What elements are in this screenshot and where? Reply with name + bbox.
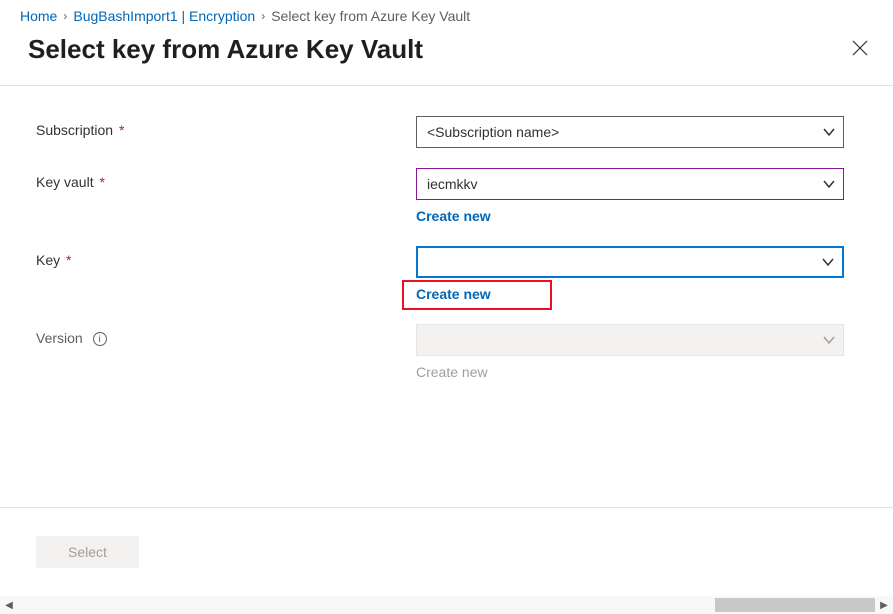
subscription-dropdown[interactable]: <Subscription name> (416, 116, 844, 148)
key-label: Key * (36, 246, 416, 268)
breadcrumb: Home › BugBashImport1 | Encryption › Sel… (0, 0, 893, 30)
form-area: Subscription * <Subscription name> Key v… (0, 86, 893, 422)
key-row: Key * Create new (36, 246, 865, 304)
scroll-left-arrow[interactable]: ◀ (0, 596, 18, 614)
scroll-right-arrow[interactable]: ▶ (875, 596, 893, 614)
breadcrumb-item[interactable]: BugBashImport1 | Encryption (73, 8, 255, 24)
scroll-thumb[interactable] (715, 598, 875, 612)
chevron-right-icon: › (63, 9, 67, 23)
version-label-text: Version (36, 330, 83, 346)
required-marker: * (66, 252, 71, 268)
horizontal-scrollbar[interactable]: ◀ ▶ (0, 596, 893, 614)
chevron-right-icon: › (261, 9, 265, 23)
subscription-row: Subscription * <Subscription name> (36, 116, 865, 148)
page-title: Select key from Azure Key Vault (28, 34, 423, 65)
version-row: Version i Create new (36, 324, 865, 382)
select-button[interactable]: Select (36, 536, 139, 568)
key-create-link[interactable]: Create new (416, 286, 491, 302)
chevron-down-icon (823, 334, 835, 346)
scroll-track[interactable] (18, 596, 875, 614)
breadcrumb-current: Select key from Azure Key Vault (271, 8, 470, 24)
info-icon[interactable]: i (93, 332, 107, 346)
keyvault-label-text: Key vault (36, 174, 94, 190)
subscription-label: Subscription * (36, 116, 416, 138)
subscription-value: <Subscription name> (427, 124, 559, 140)
chevron-down-icon (823, 178, 835, 190)
footer: Select (0, 507, 893, 596)
key-label-text: Key (36, 252, 60, 268)
version-dropdown (416, 324, 844, 356)
breadcrumb-home[interactable]: Home (20, 8, 57, 24)
keyvault-label: Key vault * (36, 168, 416, 190)
chevron-down-icon (823, 126, 835, 138)
subscription-label-text: Subscription (36, 122, 113, 138)
keyvault-create-link[interactable]: Create new (416, 208, 491, 224)
close-icon (851, 39, 869, 57)
required-marker: * (119, 122, 124, 138)
close-button[interactable] (847, 35, 873, 65)
version-create-link: Create new (416, 364, 488, 380)
keyvault-dropdown[interactable]: iecmkkv (416, 168, 844, 200)
required-marker: * (99, 174, 104, 190)
key-dropdown[interactable] (416, 246, 844, 278)
keyvault-value: iecmkkv (427, 176, 478, 192)
version-label: Version i (36, 324, 416, 346)
keyvault-row: Key vault * iecmkkv Create new (36, 168, 865, 226)
chevron-down-icon (822, 256, 834, 268)
page-header: Select key from Azure Key Vault (0, 30, 893, 86)
